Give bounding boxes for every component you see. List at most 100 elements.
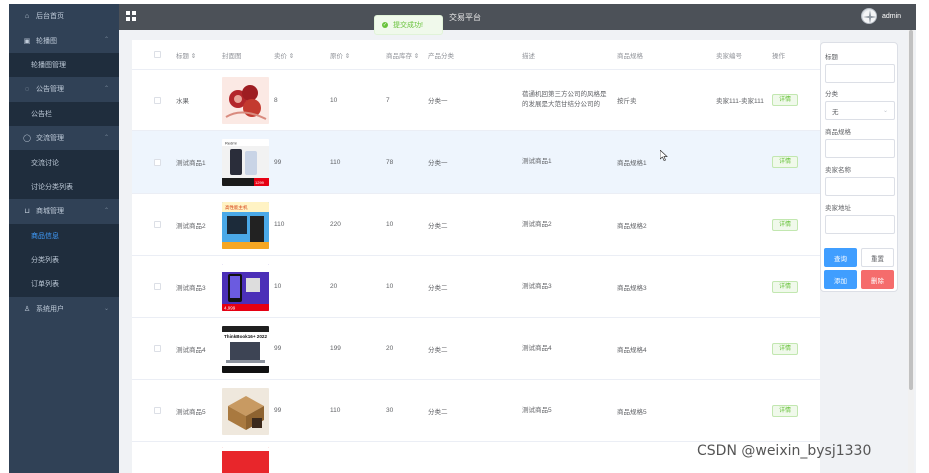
- sidebar-item[interactable]: ♙ 系统用户 ⌄: [9, 297, 119, 321]
- sidebar-item-label: 轮播图管理: [31, 61, 66, 69]
- thumb-price-text: 1299: [255, 180, 265, 185]
- column-header[interactable]: 商品库存 ⇕: [386, 40, 419, 69]
- cell-category: 分类二: [428, 346, 448, 354]
- sidebar-item[interactable]: 公告栏: [9, 101, 119, 126]
- table-row[interactable]: 测试商品4 ThinkBook16+ 2022 99 199 20 分类二 测试商品4 商品规…: [132, 318, 820, 380]
- app-frame: ⌂ 后台首页 ▣ 轮播图 ⌃ 轮播图管理 ◌ 公告管理 ⌃ 公告栏 ◯ 交流管理 ⌃ 交流讨论讨论分类列表…: [0, 0, 929, 473]
- sidebar-item[interactable]: 交流讨论: [9, 150, 119, 175]
- table-row[interactable]: 测试商品1 Redmi 1299 99 110 78 分类一 测试商品1 商品规格1 详情: [132, 131, 820, 194]
- thumb-pc-text: 高性能主机: [225, 204, 248, 211]
- cell-price: 99: [274, 345, 282, 352]
- sidebar-item[interactable]: 轮播图管理: [9, 52, 119, 78]
- sidebar-item[interactable]: ⊔ 商城管理 ⌃: [9, 199, 119, 223]
- detail-button[interactable]: 详情: [772, 156, 799, 168]
- chat-icon: ◯: [23, 135, 31, 143]
- actions-cell: 详情: [772, 131, 799, 193]
- table-row[interactable]: 测试商品2 高性能主机 110 220 10 分类二 测试商品2 商品规格2 详情: [132, 194, 820, 256]
- delete-button[interactable]: 删除: [861, 270, 894, 289]
- cell-title: 测试商品3: [176, 284, 206, 292]
- row-checkbox[interactable]: [154, 70, 161, 130]
- platform-title: 交易平台: [449, 13, 481, 22]
- detail-button[interactable]: 详情: [772, 342, 799, 355]
- cell-orig: 110: [330, 407, 341, 414]
- sidebar-item[interactable]: 讨论分类列表: [9, 174, 119, 200]
- cell-orig: 10: [330, 96, 338, 104]
- cell-category: 分类一: [428, 160, 448, 167]
- address-label: 卖家地址: [825, 205, 851, 212]
- row-checkbox[interactable]: [154, 318, 161, 379]
- username[interactable]: admin: [882, 13, 901, 20]
- thumb-brand-text: Redmi: [225, 141, 237, 146]
- cell-title: 测试商品2: [176, 222, 206, 230]
- sidebar: ⌂ 后台首页 ▣ 轮播图 ⌃ 轮播图管理 ◌ 公告管理 ⌃ 公告栏 ◯ 交流管理 ⌃ 交流讨论讨论分类列表…: [9, 4, 119, 473]
- cell-desc: 蓓通机回第三方公司的风格是的发展是大范甘结分公司的: [522, 91, 607, 108]
- user-icon: ♙: [23, 305, 31, 313]
- cell-stock: 30: [386, 407, 394, 414]
- column-header[interactable]: 原价 ⇕: [330, 40, 350, 69]
- cell-price: 10: [274, 283, 282, 290]
- top-bar: 交易平台 admin: [119, 4, 916, 30]
- cell-orig: 110: [330, 158, 341, 166]
- chevron-icon: ⌃: [103, 86, 109, 93]
- menu-toggle-icon[interactable]: [126, 11, 136, 21]
- sidebar-item[interactable]: 订单列表: [9, 272, 119, 297]
- detail-button[interactable]: 详情: [772, 218, 799, 231]
- reset-button[interactable]: 重置: [861, 248, 894, 267]
- cell-price: 8: [274, 96, 278, 104]
- sidebar-item[interactable]: ◯ 交流管理 ⌃: [9, 126, 119, 150]
- success-toast: ✓ 提交成功!: [374, 15, 443, 35]
- toast-message: 提交成功!: [393, 22, 423, 29]
- cell-price: 110: [274, 221, 285, 228]
- product-table: 标题 ⇕ 封面图 卖价 ⇕ 原价 ⇕ 商品库存 ⇕ 产品分类 描述 商品规格 卖家编号 操作 水果…: [132, 40, 820, 473]
- detail-button[interactable]: 详情: [772, 404, 799, 417]
- cell-spec: 商品规格4: [617, 346, 647, 354]
- page-scrollbar[interactable]: [908, 30, 914, 473]
- thumb-laptop-text: ThinkBook16+ 2022: [224, 334, 267, 339]
- cell-orig: 220: [330, 221, 341, 228]
- select-all-checkbox[interactable]: [154, 40, 161, 69]
- row-checkbox[interactable]: [154, 194, 161, 255]
- seller-input[interactable]: [825, 177, 895, 196]
- cell-spec: 商品规格3: [617, 284, 647, 292]
- scrollbar-thumb[interactable]: [909, 30, 913, 390]
- cell-category: 分类二: [428, 408, 448, 416]
- cover-image: [222, 387, 269, 435]
- table-row[interactable]: 测试商品3 4,999 10 20 10 分类二 测试商品3 商品规格3 详情: [132, 256, 820, 318]
- category-select[interactable]: 无 ⌄: [825, 101, 895, 120]
- sidebar-item[interactable]: ⌂ 后台首页: [9, 4, 119, 28]
- add-button[interactable]: 添加: [824, 270, 857, 289]
- column-header[interactable]: 卖价 ⇕: [274, 40, 294, 69]
- spec-input[interactable]: [825, 139, 895, 158]
- cell-desc: 测试商品3: [522, 282, 552, 290]
- column-header: 描述: [522, 52, 535, 60]
- watermark: CSDN @weixin_bysj1330: [697, 443, 872, 459]
- table-row[interactable]: 水果 8 10 7 分类一 蓓通机回第三方公司的风格是的发展是大范甘结分公司的 按斤卖 卖家1…: [132, 70, 820, 131]
- sidebar-item[interactable]: 分类列表: [9, 247, 119, 273]
- detail-button[interactable]: 详情: [772, 94, 799, 106]
- detail-button[interactable]: 详情: [772, 280, 799, 293]
- cover-image: ThinkBook16+ 2022: [222, 325, 269, 373]
- cell-stock: 20: [386, 345, 394, 352]
- cell-orig: 20: [330, 283, 338, 290]
- row-checkbox[interactable]: [154, 131, 161, 193]
- query-button[interactable]: 查询: [824, 248, 857, 267]
- table-row[interactable]: 测试商品5 99 110 30 分类二 测试商品5 商品规格5 详情: [132, 380, 820, 442]
- title-label: 标题: [825, 54, 838, 61]
- cell-stock: 10: [386, 221, 394, 228]
- sidebar-item-label: 商品信息: [31, 232, 59, 240]
- sidebar-item[interactable]: 商品信息: [9, 223, 119, 248]
- sidebar-item[interactable]: ▣ 轮播图 ⌃: [9, 28, 119, 52]
- row-checkbox[interactable]: [154, 256, 161, 317]
- actions-cell: 详情: [772, 256, 799, 317]
- sidebar-item[interactable]: ◌ 公告管理 ⌃: [9, 77, 119, 101]
- avatar[interactable]: [861, 8, 877, 24]
- chevron-down-icon: ⌄: [882, 108, 888, 114]
- address-input[interactable]: [825, 215, 895, 234]
- row-checkbox[interactable]: [154, 380, 161, 441]
- sidebar-item-label: 交流讨论: [31, 159, 59, 167]
- column-header: 操作: [772, 52, 785, 60]
- title-input[interactable]: [825, 64, 895, 83]
- cover-image: 高性能主机: [222, 201, 269, 249]
- sidebar-item-label: 后台首页: [36, 13, 64, 21]
- column-header[interactable]: 标题 ⇕: [176, 40, 196, 69]
